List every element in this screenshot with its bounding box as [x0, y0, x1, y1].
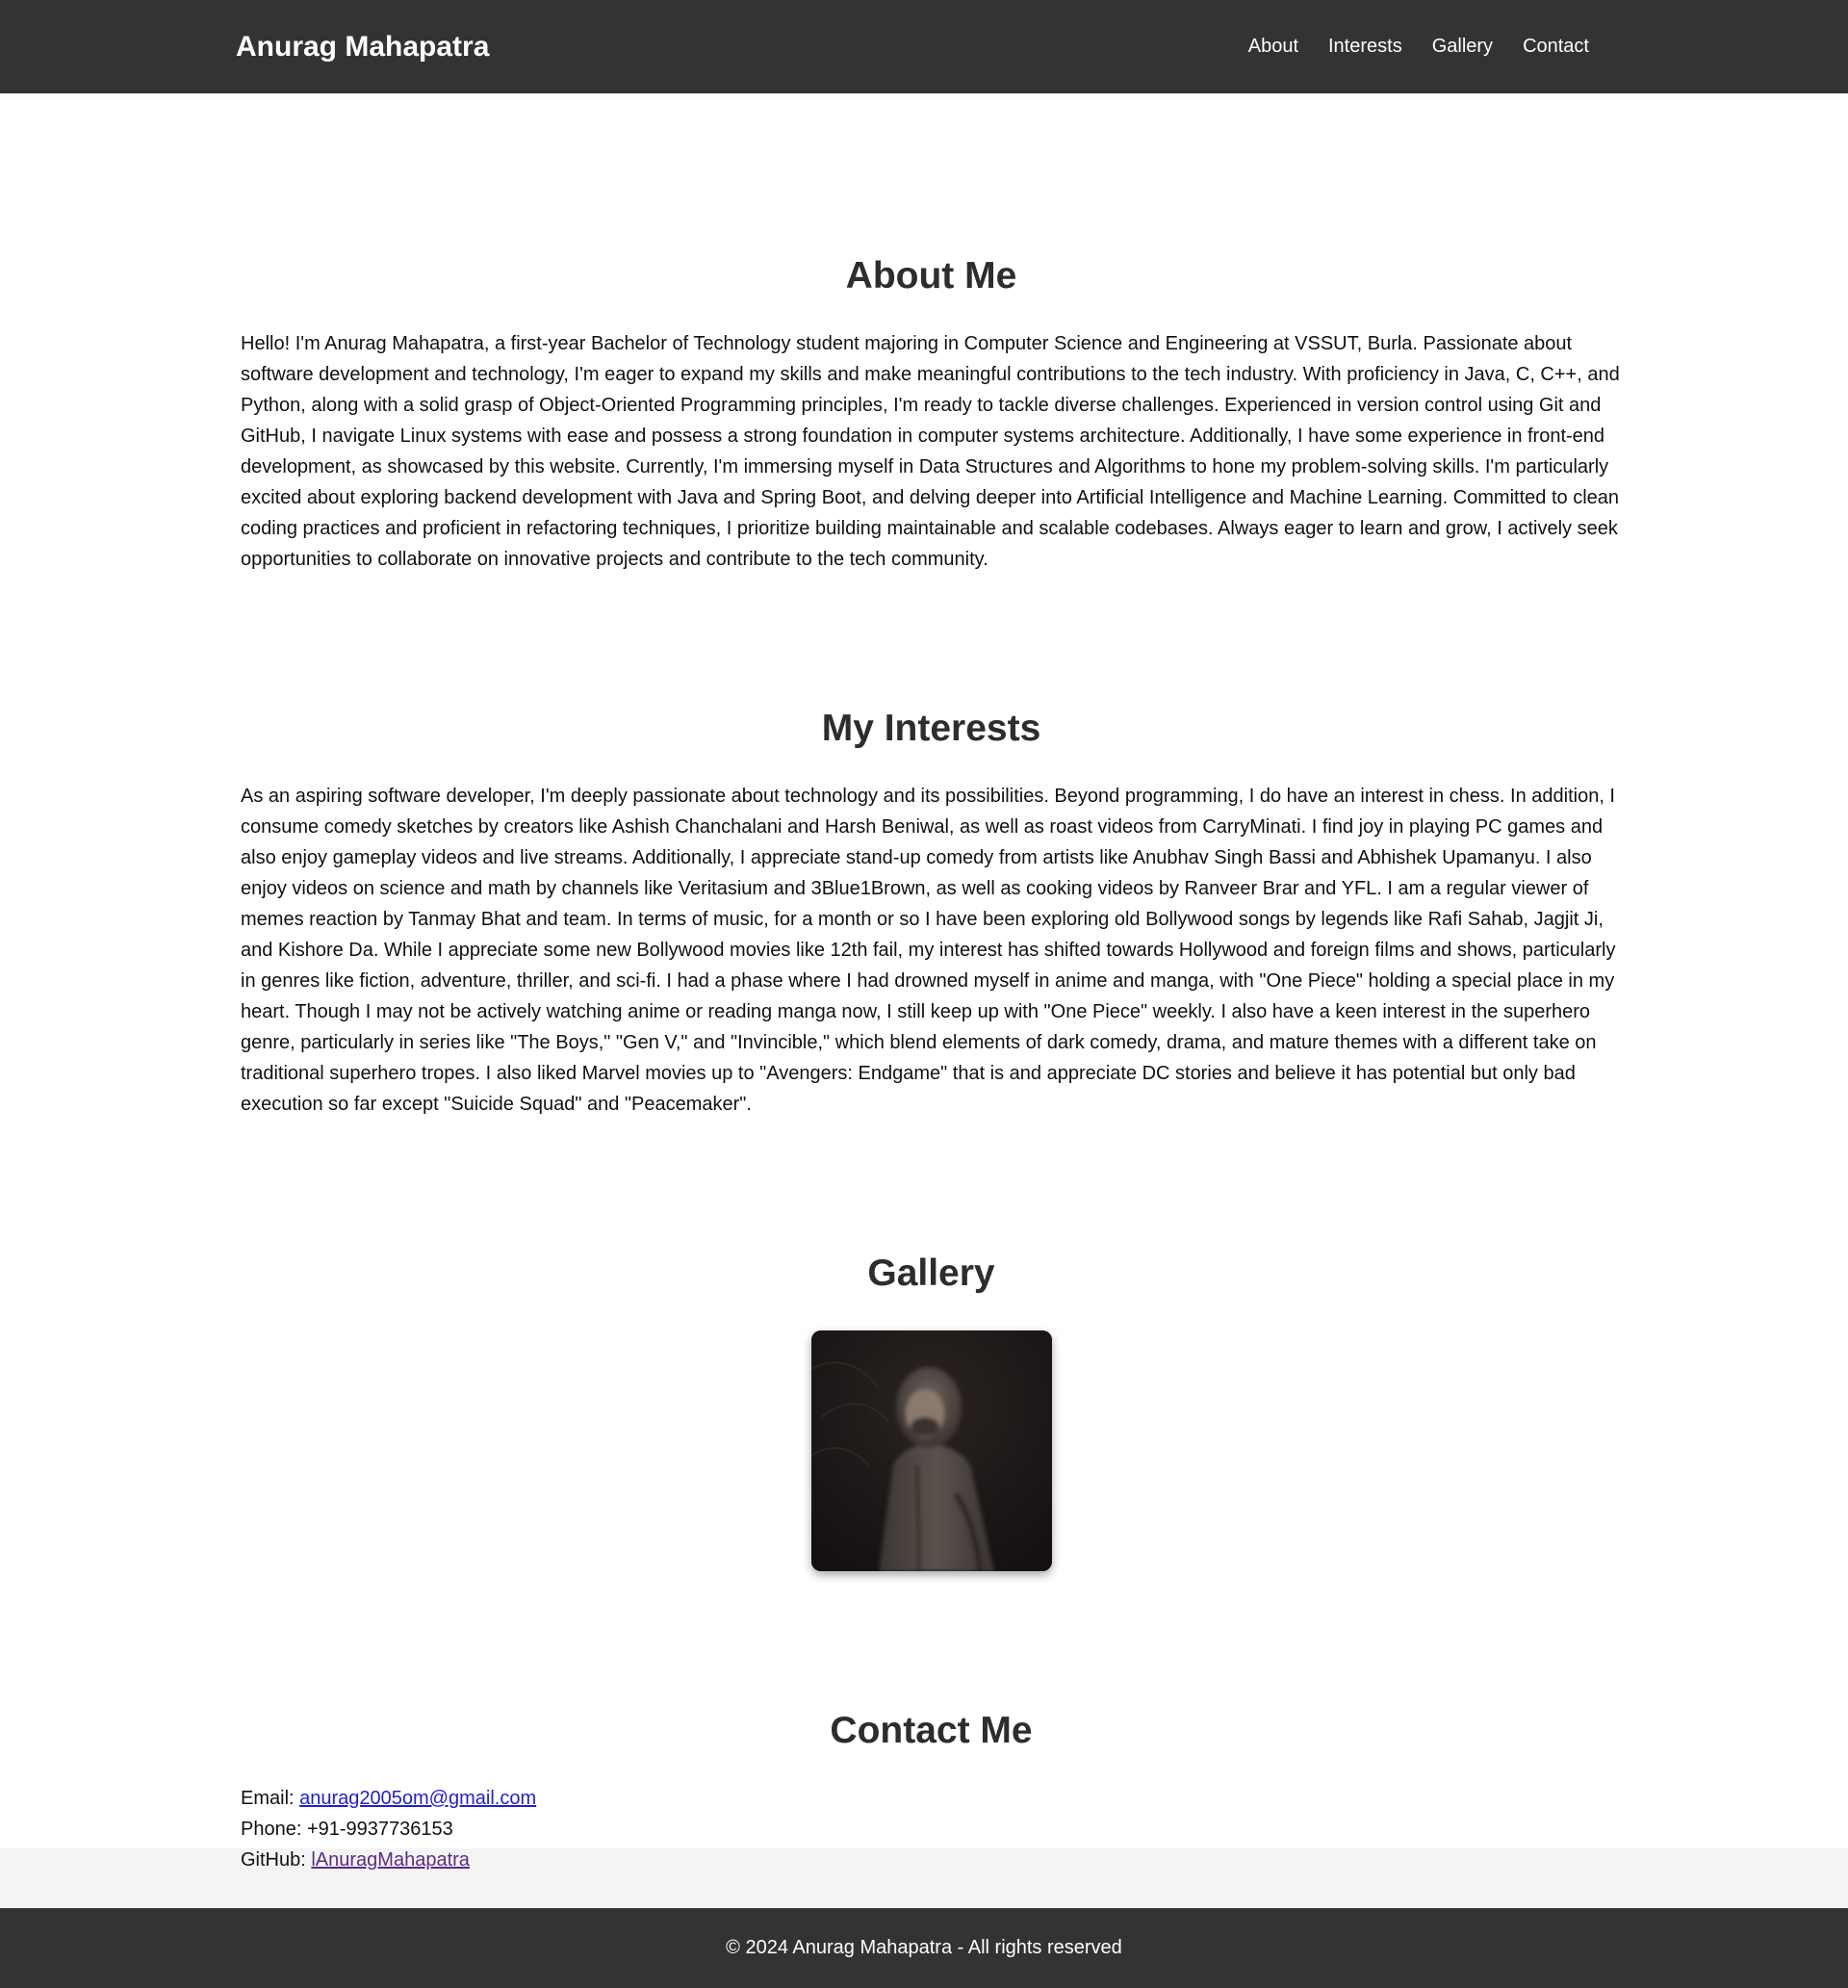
interests-section: My Interests As an aspiring software dev… — [0, 708, 1848, 1120]
nav-link-about[interactable]: About — [1248, 36, 1298, 58]
main-nav: About Interests Gallery Contact — [1248, 36, 1589, 58]
nav-link-gallery[interactable]: Gallery — [1432, 36, 1493, 58]
site-title: Anurag Mahapatra — [236, 30, 490, 63]
email-label: Email: — [241, 1788, 300, 1809]
email-link[interactable]: anurag2005om@gmail.com — [299, 1788, 536, 1809]
about-title: About Me — [845, 255, 1017, 297]
footer-text: © 2024 Anurag Mahapatra - All rights res… — [726, 1937, 1122, 1958]
main-content: About Me Hello! I'm Anurag Mahapatra, a … — [0, 93, 1848, 1871]
github-link[interactable]: lAnuragMahapatra — [311, 1849, 470, 1871]
about-text: Hello! I'm Anurag Mahapatra, a first-yea… — [241, 333, 1620, 570]
phone-label: Phone: — [241, 1819, 307, 1840]
interests-title: My Interests — [821, 708, 1041, 749]
gallery-title: Gallery — [867, 1252, 995, 1294]
interests-text: As an aspiring software developer, I'm d… — [241, 786, 1616, 1115]
contact-list: Email: anurag2005om@gmail.com Phone: +91… — [241, 1783, 1622, 1875]
gallery-section: Gallery — [0, 1252, 1848, 1571]
phone-value: +91-9937736153 — [306, 1819, 453, 1840]
gallery-photo — [810, 1330, 1052, 1571]
gallery-container: Gallery — [226, 1252, 1622, 1571]
interests-container: My Interests As an aspiring software dev… — [226, 708, 1622, 1120]
about-container: About Me Hello! I'm Anurag Mahapatra, a … — [226, 255, 1622, 575]
header-inner: Anurag Mahapatra About Interests Gallery… — [236, 0, 1612, 93]
nav-link-contact[interactable]: Contact — [1523, 36, 1589, 58]
hooded-person-photo — [810, 1330, 1052, 1571]
github-label: GitHub: — [241, 1849, 312, 1871]
about-section: About Me Hello! I'm Anurag Mahapatra, a … — [0, 255, 1848, 575]
contact-email-row: Email: anurag2005om@gmail.com — [241, 1783, 1622, 1814]
contact-title: Contact Me — [830, 1710, 1033, 1751]
contact-container: Contact Me Email: anurag2005om@gmail.com… — [226, 1710, 1622, 1875]
site-footer: © 2024 Anurag Mahapatra - All rights res… — [0, 1908, 1848, 1988]
nav-link-interests[interactable]: Interests — [1328, 36, 1402, 58]
contact-section: Contact Me Email: anurag2005om@gmail.com… — [0, 1710, 1848, 1875]
contact-github-row: GitHub: lAnuragMahapatra — [241, 1845, 1622, 1875]
contact-phone-row: Phone: +91-9937736153 — [241, 1814, 1622, 1845]
site-header: Anurag Mahapatra About Interests Gallery… — [0, 0, 1848, 93]
